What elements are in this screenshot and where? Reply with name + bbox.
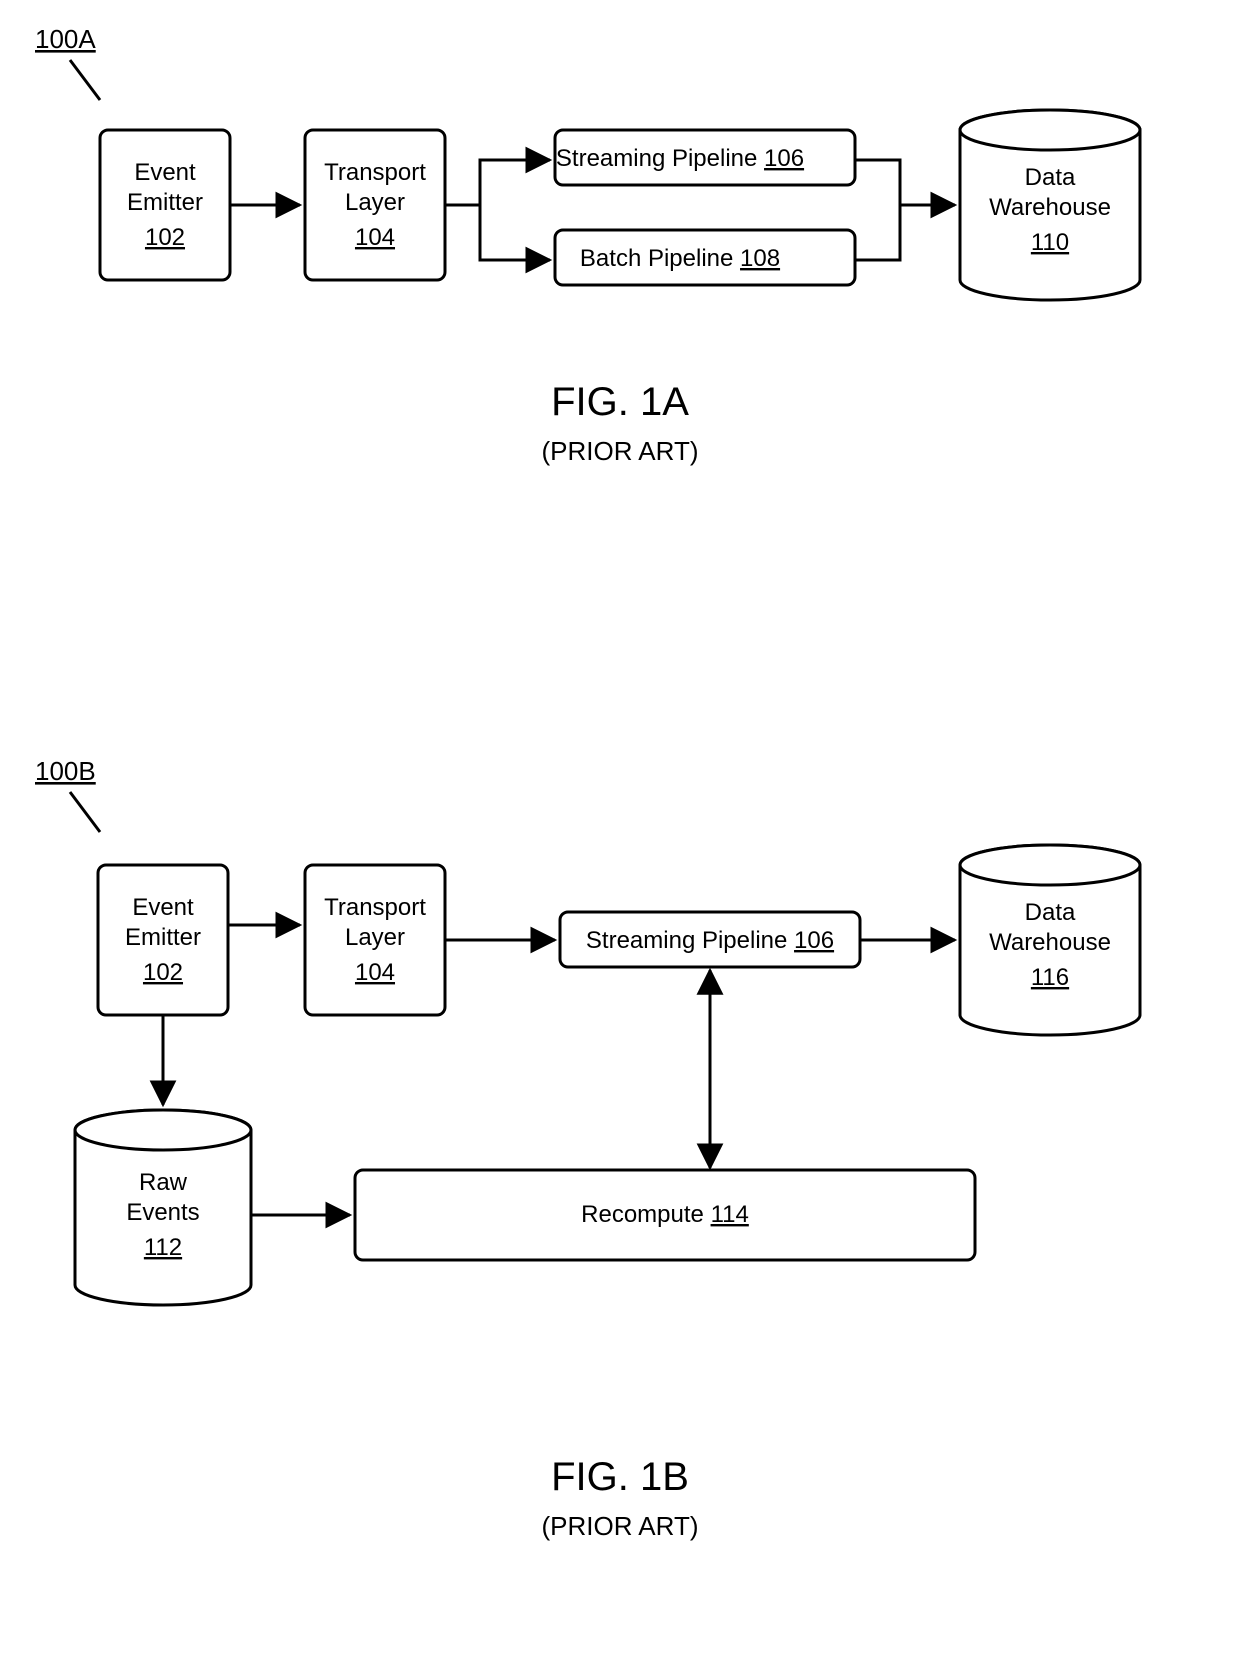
svg-text:116: 116 (1031, 964, 1069, 991)
svg-text:102: 102 (145, 224, 185, 251)
box-streaming-pipeline-b: Streaming Pipeline 106 (560, 912, 860, 967)
svg-text:Event: Event (132, 894, 194, 921)
svg-text:Events: Events (126, 1199, 199, 1226)
svg-text:Streaming Pipeline 106: Streaming Pipeline 106 (586, 927, 834, 954)
box-event-emitter-b: Event Emitter 102 (98, 865, 228, 1015)
cylinder-data-warehouse-a: Data Warehouse 110 (960, 110, 1140, 300)
svg-text:Layer: Layer (345, 189, 405, 216)
svg-text:104: 104 (355, 224, 395, 251)
svg-text:Warehouse: Warehouse (989, 929, 1111, 956)
box-transport-layer-a: Transport Layer 104 (305, 130, 445, 280)
caption-fig1b: FIG. 1B (551, 1455, 689, 1499)
svg-text:104: 104 (355, 959, 395, 986)
figure-1b: 100B Event Emitter 102 Transport Layer 1… (35, 756, 1140, 1541)
caption-sub-fig1b: (PRIOR ART) (542, 1511, 699, 1541)
caption-sub-fig1a: (PRIOR ART) (542, 436, 699, 466)
svg-text:Raw: Raw (139, 1169, 188, 1196)
diagram-canvas: 100A Event Emitter 102 Transport Layer 1… (0, 0, 1240, 1679)
svg-text:Emitter: Emitter (125, 924, 201, 951)
arrow-transport-stream-a (445, 160, 550, 205)
caption-fig1a: FIG. 1A (551, 380, 689, 424)
svg-text:Event: Event (134, 159, 196, 186)
ref-leader-b (70, 792, 100, 832)
svg-text:Data: Data (1025, 899, 1076, 926)
arrow-transport-batch-a (445, 205, 550, 260)
box-transport-layer-b: Transport Layer 104 (305, 865, 445, 1015)
svg-text:Layer: Layer (345, 924, 405, 951)
ref-100a: 100A (35, 24, 96, 54)
svg-text:110: 110 (1031, 229, 1069, 256)
box-streaming-pipeline-a: Streaming Pipeline 106 (555, 130, 855, 185)
svg-text:102: 102 (143, 959, 183, 986)
cylinder-raw-events-b: Raw Events 112 (75, 1110, 251, 1305)
svg-text:Transport: Transport (324, 894, 426, 921)
box-recompute-b: Recompute 114 (355, 1170, 975, 1260)
figure-1a: 100A Event Emitter 102 Transport Layer 1… (35, 24, 1140, 466)
svg-text:Streaming Pipeline 106: Streaming Pipeline 106 (556, 145, 804, 172)
box-event-emitter-a: Event Emitter 102 (100, 130, 230, 280)
ref-leader-a (70, 60, 100, 100)
cylinder-data-warehouse-b: Data Warehouse 116 (960, 845, 1140, 1035)
svg-text:Recompute 114: Recompute 114 (581, 1201, 749, 1228)
svg-text:112: 112 (144, 1234, 182, 1261)
arrow-stream-warehouse-a (855, 160, 955, 205)
svg-text:Transport: Transport (324, 159, 426, 186)
svg-text:Batch Pipeline 108: Batch Pipeline 108 (580, 245, 780, 272)
svg-text:Emitter: Emitter (127, 189, 203, 216)
svg-text:Data: Data (1025, 164, 1076, 191)
arrow-batch-merge-a (855, 205, 900, 260)
svg-text:Warehouse: Warehouse (989, 194, 1111, 221)
box-batch-pipeline-a: Batch Pipeline 108 (555, 230, 855, 285)
ref-100b: 100B (35, 756, 96, 786)
